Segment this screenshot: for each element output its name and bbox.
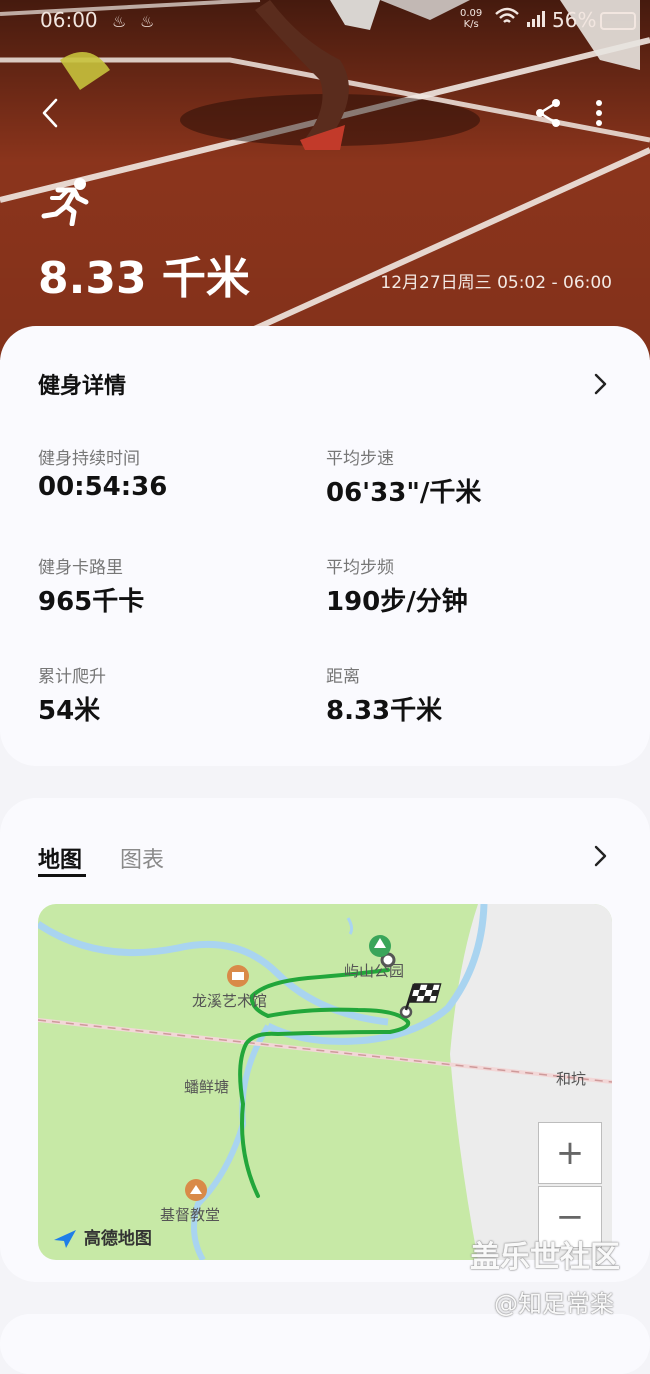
workout-details-card: 健身详情 健身持续时间 00:54:36 平均步速 06'33"/千米 健身卡路… xyxy=(0,326,650,766)
workout-date-range: 12月27日周三 05:02 - 06:00 xyxy=(380,273,612,293)
stat-value: 965千卡 xyxy=(38,587,145,617)
net-speed-unit: K/s xyxy=(463,19,479,30)
net-speed: 0.09 K/s xyxy=(460,8,482,30)
hero-banner: 06:00 ♨ ♨ 0.09 K/s 56% 8.33 千米 12月27日周三 … xyxy=(0,0,650,360)
more-vertical-icon xyxy=(596,100,602,126)
stat-label: 累计爬升 xyxy=(38,667,106,687)
details-title: 健身详情 xyxy=(38,374,127,399)
track-background xyxy=(0,0,650,360)
status-time: 06:00 xyxy=(40,8,98,32)
more-options-button[interactable] xyxy=(584,96,614,130)
stat-value: 00:54:36 xyxy=(38,472,168,502)
next-card xyxy=(0,1314,650,1374)
map-place-label: 基督教堂 xyxy=(160,1206,221,1224)
map-place-label: 蟠鲜塘 xyxy=(184,1078,230,1096)
stat-value: 06'33"/千米 xyxy=(326,478,482,508)
map-place-label: 和坑 xyxy=(556,1070,587,1088)
stat-label: 平均步速 xyxy=(326,449,394,469)
chevron-right-icon[interactable] xyxy=(588,372,612,396)
net-speed-value: 0.09 xyxy=(460,8,483,19)
stat-label: 健身卡路里 xyxy=(38,558,123,578)
watermark-community: 盖乐世社区 xyxy=(470,1240,620,1275)
signal-icon xyxy=(526,10,550,32)
amap-logo-icon xyxy=(54,1230,76,1248)
stat-label: 平均步频 xyxy=(326,558,394,578)
map-card: 地图 图表 屿山公园 龙溪艺术馆 和坑 蟠鲜塘 基督教堂 + − 高德地图 xyxy=(0,798,650,1282)
chevron-right-icon[interactable] xyxy=(588,844,612,868)
stat-value: 8.33千米 xyxy=(326,696,443,726)
map-canvas xyxy=(38,904,612,1260)
notification-icon: ♨ xyxy=(112,12,127,31)
battery-icon xyxy=(600,12,636,30)
wifi-icon xyxy=(494,6,520,33)
share-button[interactable] xyxy=(532,96,566,130)
back-arrow-icon xyxy=(42,98,58,128)
route-map[interactable]: 屿山公园 龙溪艺术馆 和坑 蟠鲜塘 基督教堂 + − 高德地图 xyxy=(38,904,612,1260)
watermark-user: @知足常楽 xyxy=(494,1290,614,1318)
notification-icon: ♨ xyxy=(140,12,155,31)
back-button[interactable] xyxy=(34,96,68,130)
map-provider-name: 高德地图 xyxy=(83,1229,152,1249)
total-distance: 8.33 千米 xyxy=(38,253,250,304)
tab-map[interactable]: 地图 xyxy=(38,842,82,874)
zoom-in-button[interactable]: + xyxy=(538,1122,602,1184)
active-tab-indicator xyxy=(38,874,86,877)
stat-label: 健身持续时间 xyxy=(38,449,140,469)
running-icon xyxy=(38,176,94,227)
tab-chart[interactable]: 图表 xyxy=(120,842,164,874)
map-place-label: 屿山公园 xyxy=(344,962,405,980)
stat-value: 190步/分钟 xyxy=(326,587,468,617)
status-bar: 06:00 ♨ ♨ 0.09 K/s 56% xyxy=(0,6,650,34)
stat-label: 距离 xyxy=(326,667,360,687)
share-icon xyxy=(536,99,560,127)
battery-level: 56% xyxy=(552,8,597,32)
stat-value: 54米 xyxy=(38,696,101,726)
map-place-label: 龙溪艺术馆 xyxy=(192,992,268,1010)
map-provider-logo: 高德地图 xyxy=(52,1224,152,1250)
